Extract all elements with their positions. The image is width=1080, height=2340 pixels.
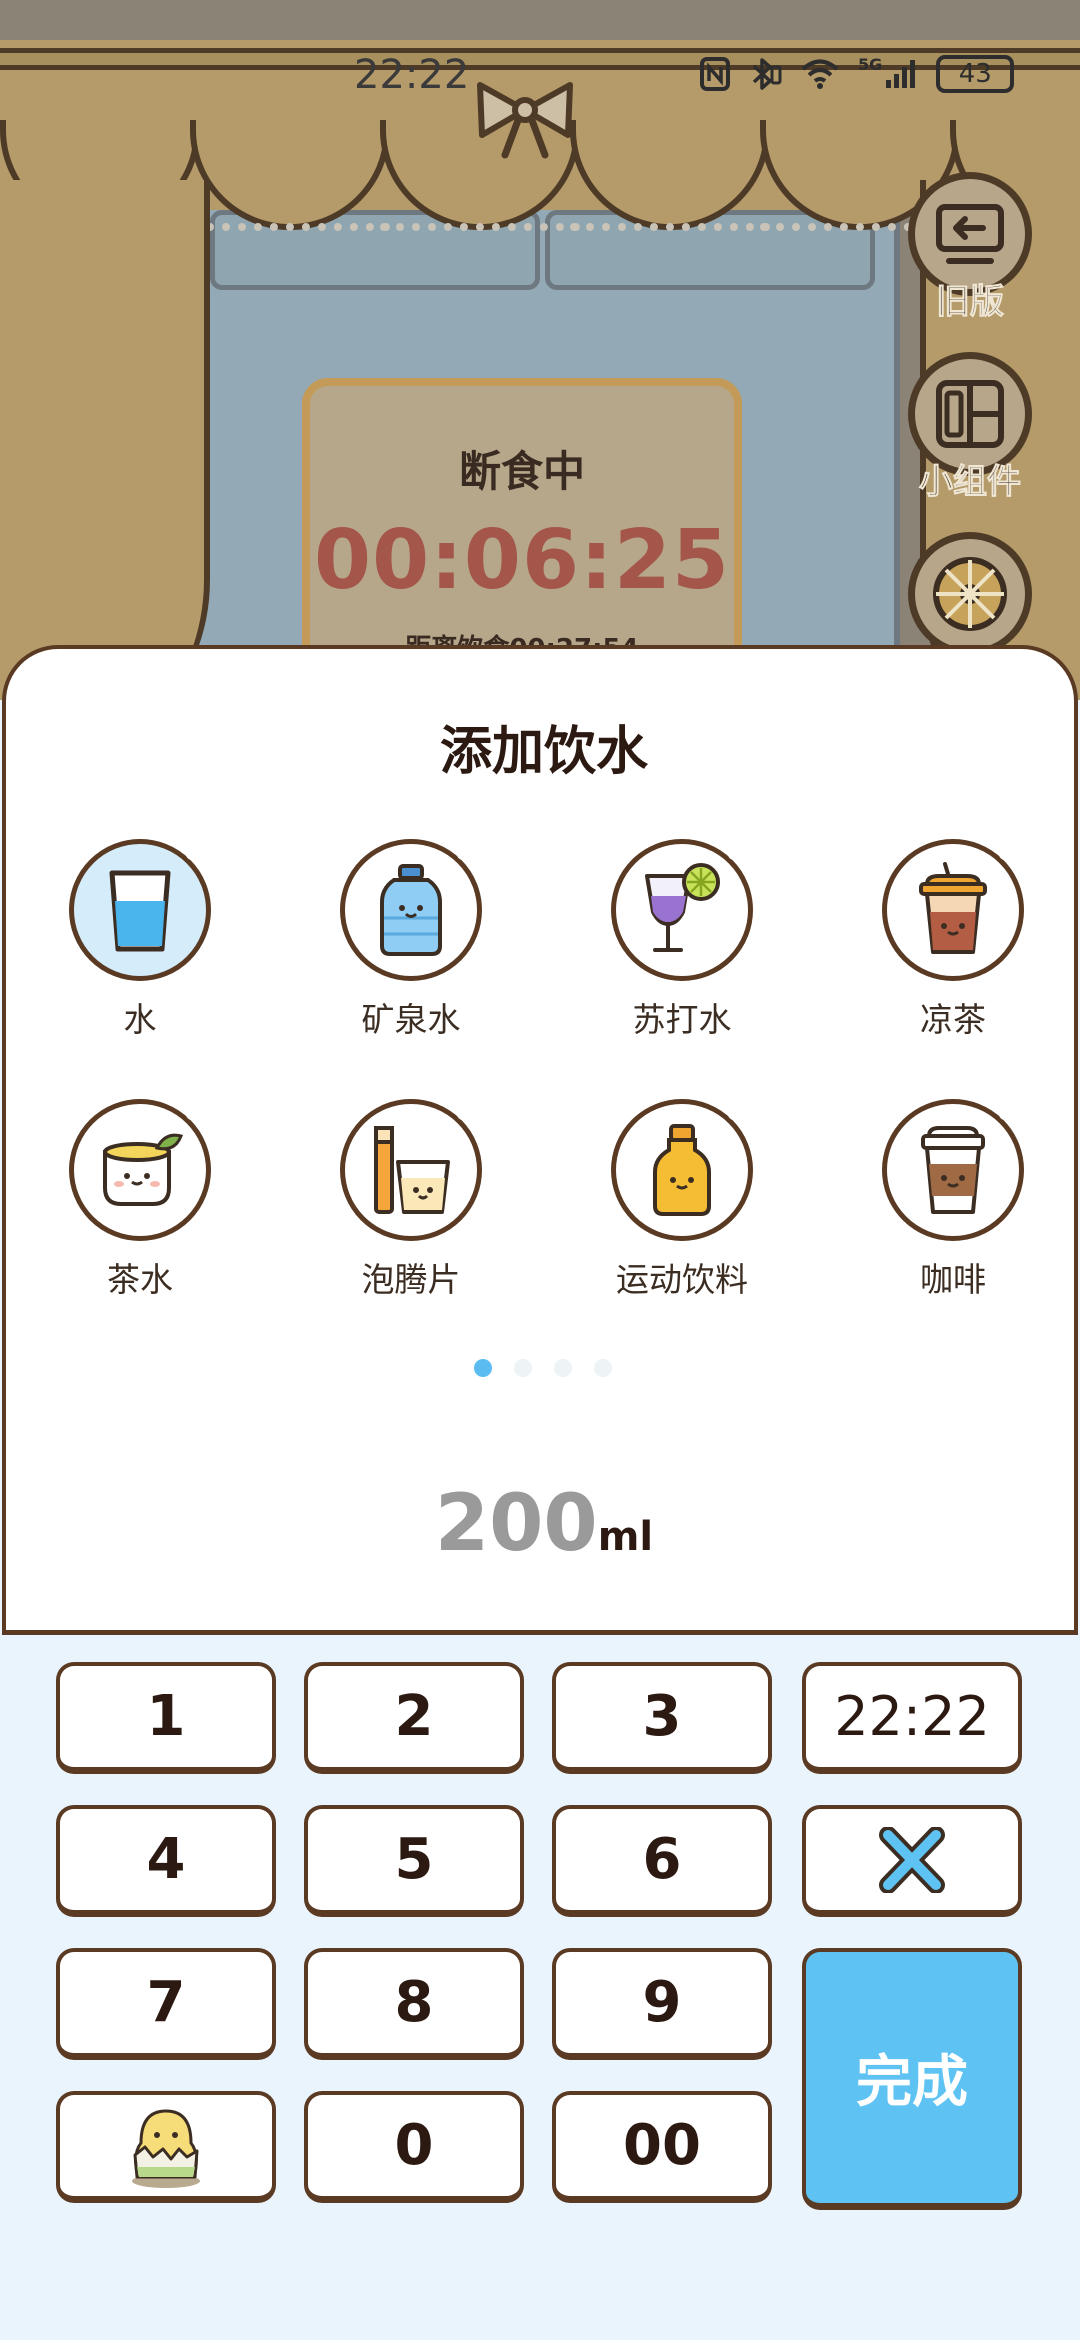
- mascot-key[interactable]: [56, 2091, 276, 2203]
- page-dot[interactable]: [514, 1359, 532, 1377]
- key-00[interactable]: 00: [552, 2091, 772, 2203]
- tea-cup-icon: [103, 1133, 183, 1206]
- drink-label: 水: [123, 1000, 157, 1039]
- key-1[interactable]: 1: [56, 1662, 276, 1774]
- key-7[interactable]: 7: [56, 1948, 276, 2060]
- key-4[interactable]: 4: [56, 1805, 276, 1917]
- chick-mascot-icon: [132, 2108, 200, 2188]
- drink-label: 咖啡: [920, 1260, 986, 1299]
- drink-option-sports-drink[interactable]: 运动饮料: [582, 1099, 782, 1301]
- network-type: 5G: [858, 54, 883, 74]
- add-water-sheet: 添加饮水 水 矿泉水 苏打水 凉茶 茶水 泡腾片 运动饮料 咖啡 200ml: [2, 645, 1078, 1635]
- key-2[interactable]: 2: [304, 1662, 524, 1774]
- drink-label: 苏打水: [632, 1000, 732, 1039]
- old-version-label: 旧版: [936, 282, 1005, 323]
- sports-drink-icon: [653, 1124, 711, 1216]
- amount-value: 200: [434, 1479, 598, 1569]
- battery-indicator: 43: [936, 55, 1015, 93]
- time-key[interactable]: 22:22: [802, 1662, 1022, 1774]
- page-dot[interactable]: [594, 1359, 612, 1377]
- coffee-icon: [921, 1126, 985, 1214]
- curtain-frill: [380, 205, 580, 231]
- drink-label: 运动饮料: [616, 1260, 748, 1299]
- fasting-title: 断食中: [458, 447, 585, 496]
- sheet-title: 添加饮水: [439, 722, 648, 782]
- drink-option-herbal-tea[interactable]: 凉茶: [853, 839, 1053, 1041]
- signal-icon: [886, 60, 916, 88]
- back-screen-icon: [936, 204, 1004, 264]
- close-x-icon: [879, 1826, 945, 1893]
- widget-icon: [936, 380, 1004, 448]
- drink-label: 凉茶: [920, 1000, 986, 1039]
- soda-water-icon: [645, 863, 720, 952]
- key-9[interactable]: 9: [552, 1948, 772, 2060]
- mineral-water-icon: [380, 864, 442, 956]
- drink-option-effervescent[interactable]: 泡腾片: [311, 1099, 511, 1301]
- key-0[interactable]: 0: [304, 2091, 524, 2203]
- delete-key[interactable]: [802, 1805, 1022, 1917]
- drink-option-soda-water[interactable]: 苏打水: [582, 839, 782, 1041]
- curtain-frill: [570, 205, 770, 231]
- number-keypad: 1 2 3 22:22 4 5 6 7 8 9 完成 0 00: [0, 1640, 1080, 2340]
- page-dot[interactable]: [554, 1359, 572, 1377]
- key-5[interactable]: 5: [304, 1805, 524, 1917]
- effervescent-tablet-icon: [374, 1126, 450, 1214]
- key-8[interactable]: 8: [304, 1948, 524, 2060]
- water-glass-icon: [109, 870, 171, 952]
- done-button[interactable]: 完成: [802, 1948, 1022, 2210]
- fasting-timer: 00:06:25: [314, 513, 730, 608]
- drink-label: 茶水: [107, 1260, 173, 1299]
- key-6[interactable]: 6: [552, 1805, 772, 1917]
- curtain-left: [0, 180, 210, 700]
- page-indicator: [474, 1359, 612, 1377]
- status-time: 22:22: [354, 52, 470, 98]
- curtain-frill: [190, 205, 390, 231]
- drink-option-mineral-water[interactable]: 矿泉水: [311, 839, 511, 1041]
- drink-label: 泡腾片: [361, 1260, 461, 1299]
- herbal-tea-icon: [919, 862, 987, 954]
- widget-label: 小组件: [919, 462, 1022, 503]
- drink-option-water[interactable]: 水: [40, 839, 240, 1041]
- drink-option-coffee[interactable]: 咖啡: [853, 1099, 1053, 1301]
- page-dot-active[interactable]: [474, 1359, 492, 1377]
- drink-label: 矿泉水: [361, 1000, 461, 1039]
- status-icons: 5G 43: [700, 54, 1015, 94]
- wifi-icon: [801, 59, 839, 89]
- amount-unit: ml: [597, 1514, 654, 1560]
- wheel-icon: [933, 557, 1007, 631]
- wheel-button[interactable]: [908, 532, 1032, 656]
- status-bar: 22:22 5G 43: [0, 0, 1080, 130]
- key-3[interactable]: 3: [552, 1662, 772, 1774]
- bluetooth-icon: [752, 58, 782, 90]
- amount-display: 200ml: [6, 1479, 1080, 1569]
- drink-option-tea[interactable]: 茶水: [40, 1099, 240, 1301]
- nfc-icon: [700, 57, 730, 91]
